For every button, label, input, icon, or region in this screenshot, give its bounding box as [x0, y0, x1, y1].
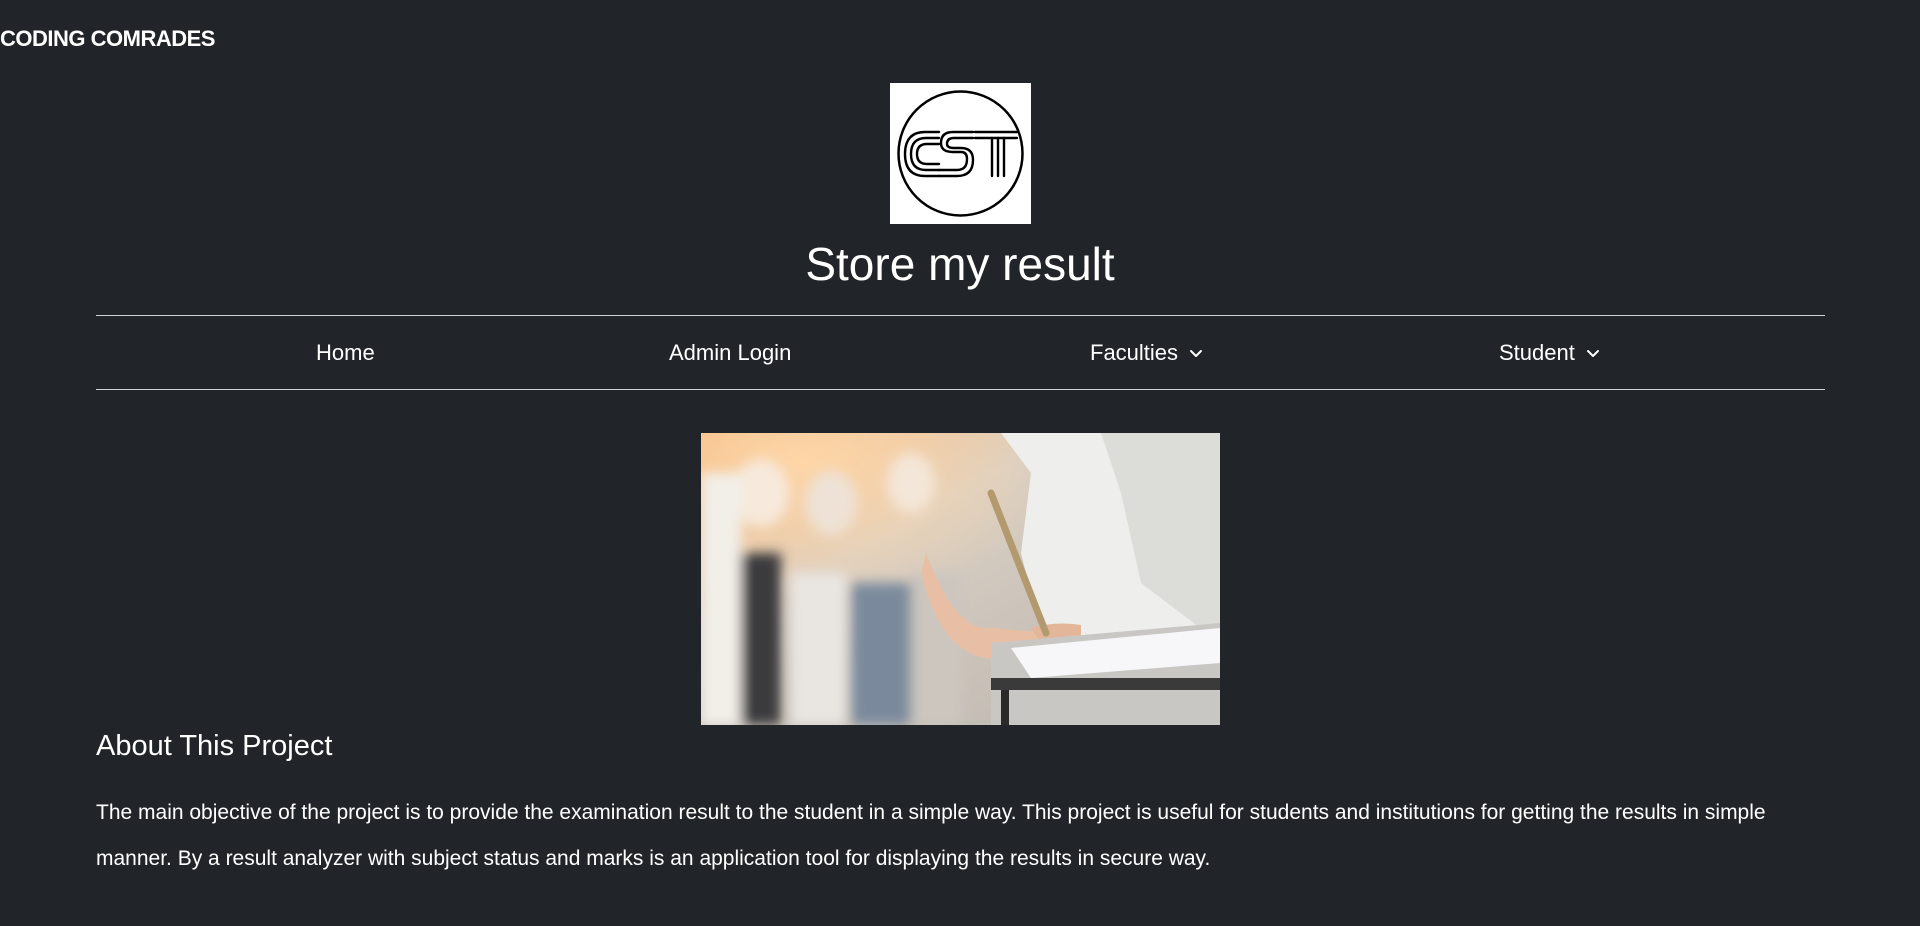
nav-item-label: Student — [1499, 339, 1575, 365]
main-navigation: Home Admin Login Faculties Student — [96, 315, 1825, 390]
hero-image — [701, 433, 1220, 725]
about-heading: About This Project — [96, 730, 333, 762]
nav-item-label: Home — [316, 339, 375, 365]
nav-item-label: Admin Login — [669, 339, 792, 365]
nav-item-admin-login[interactable]: Admin Login — [669, 316, 791, 389]
about-description: The main objective of the project is to … — [96, 801, 1766, 870]
brand-name[interactable]: CODING COMRADES — [0, 26, 215, 52]
nav-item-student-dropdown[interactable]: Student — [1499, 316, 1600, 389]
exam-photo-image — [701, 433, 1220, 725]
nav-item-home[interactable]: Home — [316, 316, 375, 389]
site-logo — [890, 83, 1031, 224]
nav-item-faculties-dropdown[interactable]: Faculties — [1090, 316, 1203, 389]
nav-item-label: Faculties — [1090, 339, 1179, 365]
chevron-down-icon — [1586, 349, 1599, 357]
cst-logo-icon — [897, 90, 1024, 217]
page-title: Store my result — [805, 238, 1115, 290]
chevron-down-icon — [1190, 349, 1203, 357]
